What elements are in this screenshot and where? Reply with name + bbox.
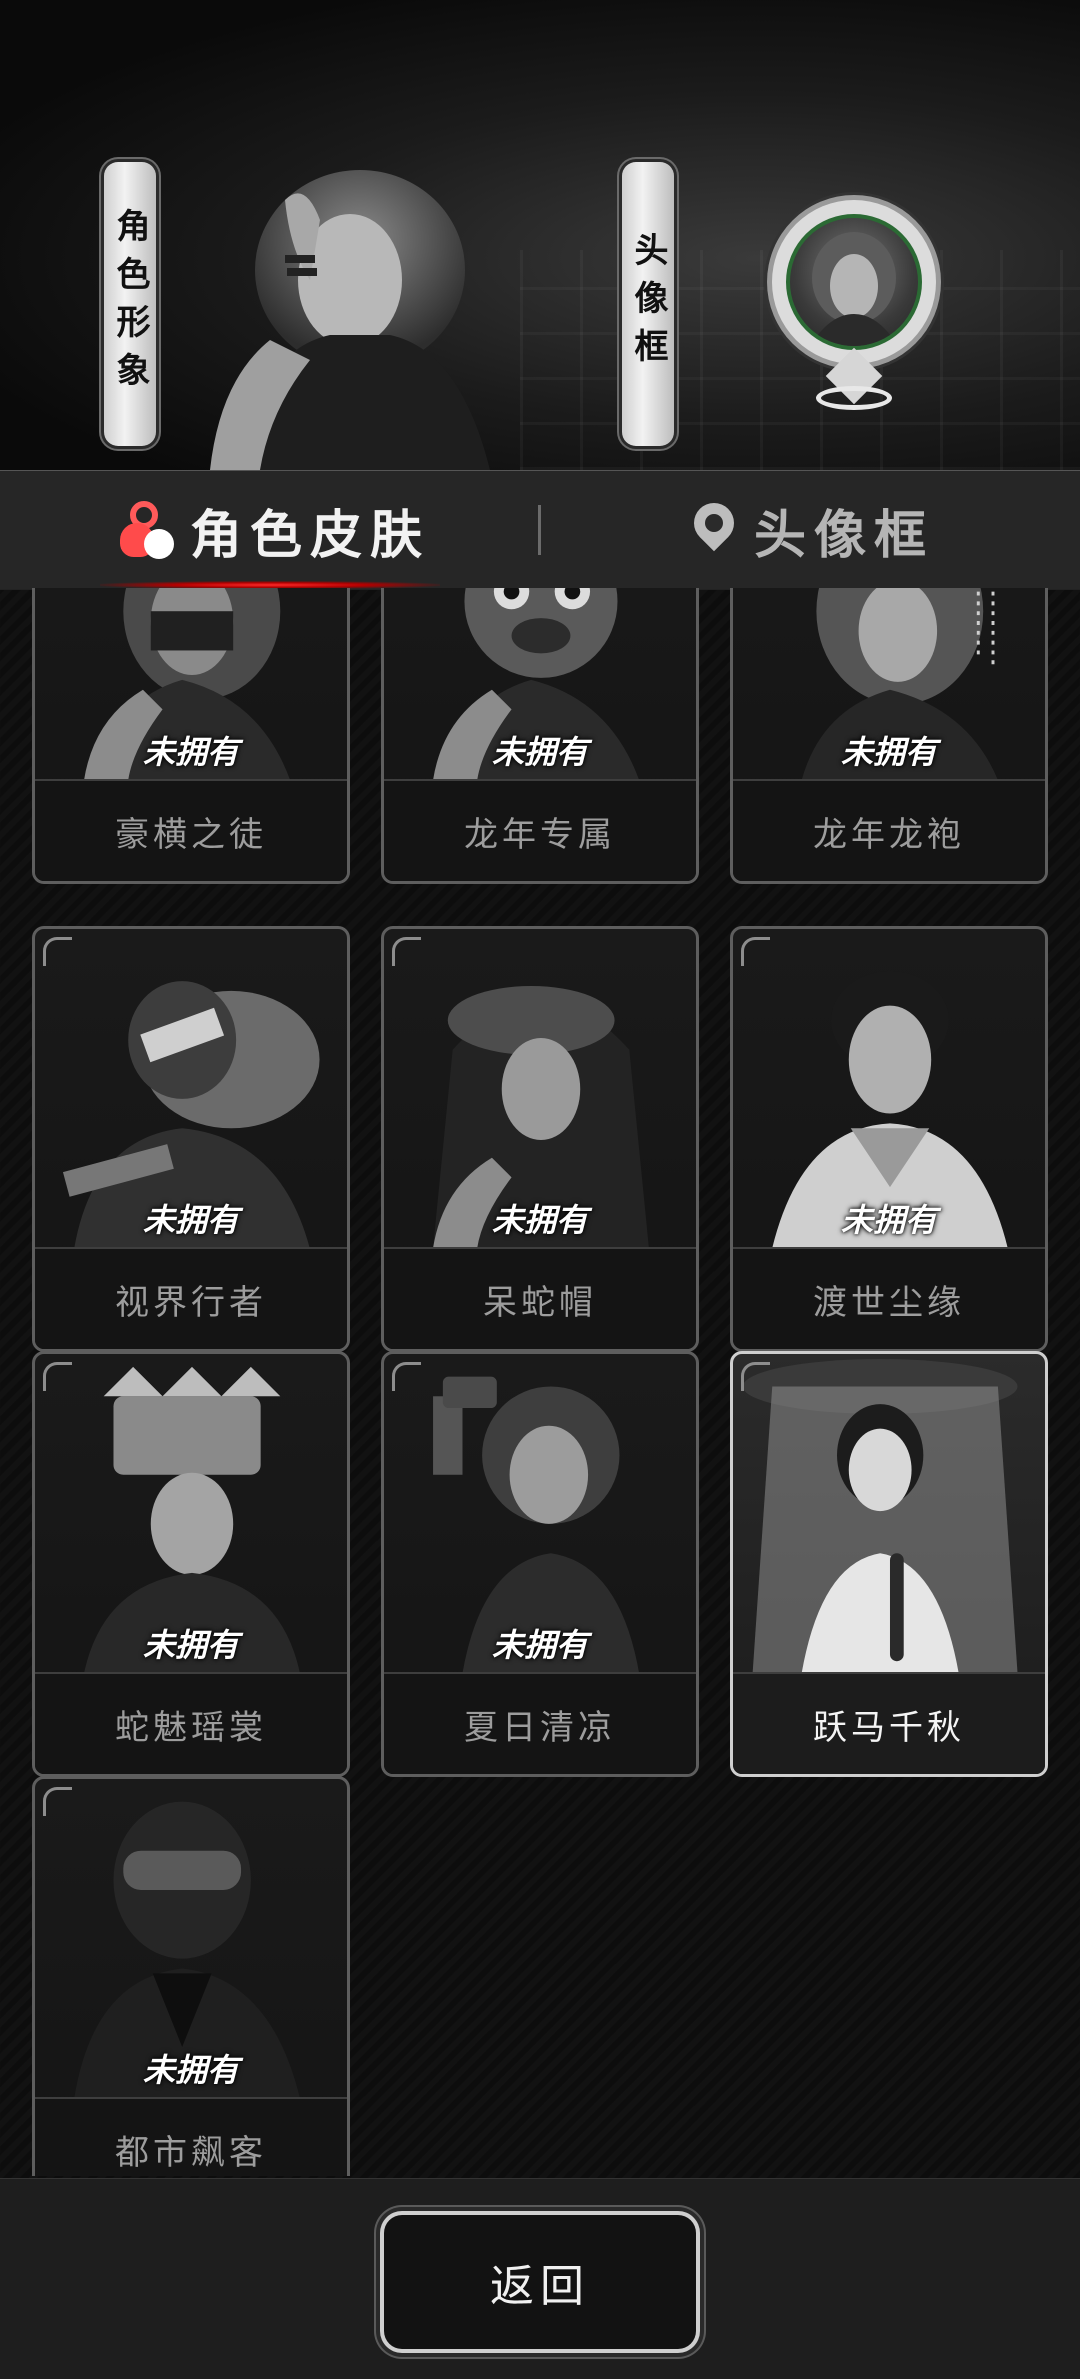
card-corner-ornament [741, 937, 770, 966]
avatar-image [786, 214, 922, 350]
card-corner-ornament [43, 1362, 72, 1391]
tab-character-skin[interactable]: 角色皮肤 [120, 471, 430, 589]
back-button[interactable]: 返回 [384, 2215, 696, 2349]
skin-name: 蛇魅瑶裳 [35, 1672, 347, 1774]
footer-bar: 返回 [0, 2178, 1080, 2379]
skin-card[interactable]: 未拥有 夏日清凉 [381, 1351, 699, 1777]
skin-card[interactable]: 未拥有 龙年龙袍 [730, 588, 1048, 884]
avatar-frame-banner: 头像框 [622, 162, 674, 446]
skin-card[interactable]: 未拥有 蛇魅瑶裳 [32, 1351, 350, 1777]
tab-character-skin-label: 角色皮肤 [190, 505, 431, 566]
card-corner-ornament [392, 937, 421, 966]
avatar-frame-ring-decoration [816, 386, 892, 410]
skin-status: 未拥有 [491, 1201, 588, 1239]
character-preview-header: 角色形象 头像框 [0, 0, 1080, 470]
skin-card[interactable]: 未拥有 呆蛇帽 [381, 926, 699, 1352]
skin-status: 未拥有 [142, 733, 239, 771]
skin-card[interactable]: 未拥有 视界行者 [32, 926, 350, 1352]
skin-card[interactable]: 未拥有 都市飙客 [32, 1776, 350, 2176]
skin-card[interactable]: 未拥有 渡世尘缘 [730, 926, 1048, 1352]
tab-avatar-frame[interactable]: 头像框 [685, 471, 935, 589]
card-corner-ornament [43, 1787, 72, 1816]
skin-name: 豪横之徒 [35, 779, 347, 881]
skin-name: 龙年专属 [384, 779, 696, 881]
skin-name: 龙年龙袍 [733, 779, 1045, 881]
skin-card[interactable]: 未拥有 龙年专属 [381, 588, 699, 884]
skin-status: 未拥有 [840, 733, 937, 771]
skin-name: 都市飙客 [35, 2097, 347, 2176]
skin-name: 跃马千秋 [733, 1672, 1045, 1774]
skin-status: 未拥有 [142, 1626, 239, 1664]
skin-status: 未拥有 [142, 1201, 239, 1239]
skin-name: 呆蛇帽 [384, 1247, 696, 1349]
skin-icon [120, 501, 174, 559]
skin-status: 未拥有 [142, 2051, 239, 2089]
skin-card[interactable]: 未拥有 豪横之徒 [32, 588, 350, 884]
avatar-frame-banner-label: 头像框 [628, 232, 668, 376]
skin-status: 未拥有 [491, 1626, 588, 1664]
character-appearance-banner: 角色形象 [104, 162, 156, 446]
character-portrait [210, 170, 490, 470]
skin-name: 夏日清凉 [384, 1672, 696, 1774]
skin-name: 渡世尘缘 [733, 1247, 1045, 1349]
character-appearance-label: 角色形象 [110, 208, 150, 400]
avatar-frame-preview [772, 200, 936, 410]
card-corner-ornament [392, 1362, 421, 1391]
tab-avatar-frame-label: 头像框 [754, 505, 935, 566]
skin-artwork [742, 1359, 1018, 1673]
skin-card-selected[interactable]: 跃马千秋 [730, 1351, 1048, 1777]
skin-status: 未拥有 [491, 733, 588, 771]
skin-grid: 未拥有 豪横之徒 未拥有 龙年专属 未拥有 龙年龙袍 未拥有 视界行者 未拥有 … [0, 588, 1080, 2176]
card-corner-ornament [741, 1362, 770, 1391]
tab-bar: 角色皮肤 头像框 [0, 470, 1080, 590]
skin-status: 未拥有 [840, 1201, 937, 1239]
skin-name: 视界行者 [35, 1247, 347, 1349]
card-corner-ornament [43, 937, 72, 966]
avatar-pin-icon [685, 494, 743, 559]
tab-divider [538, 505, 541, 555]
